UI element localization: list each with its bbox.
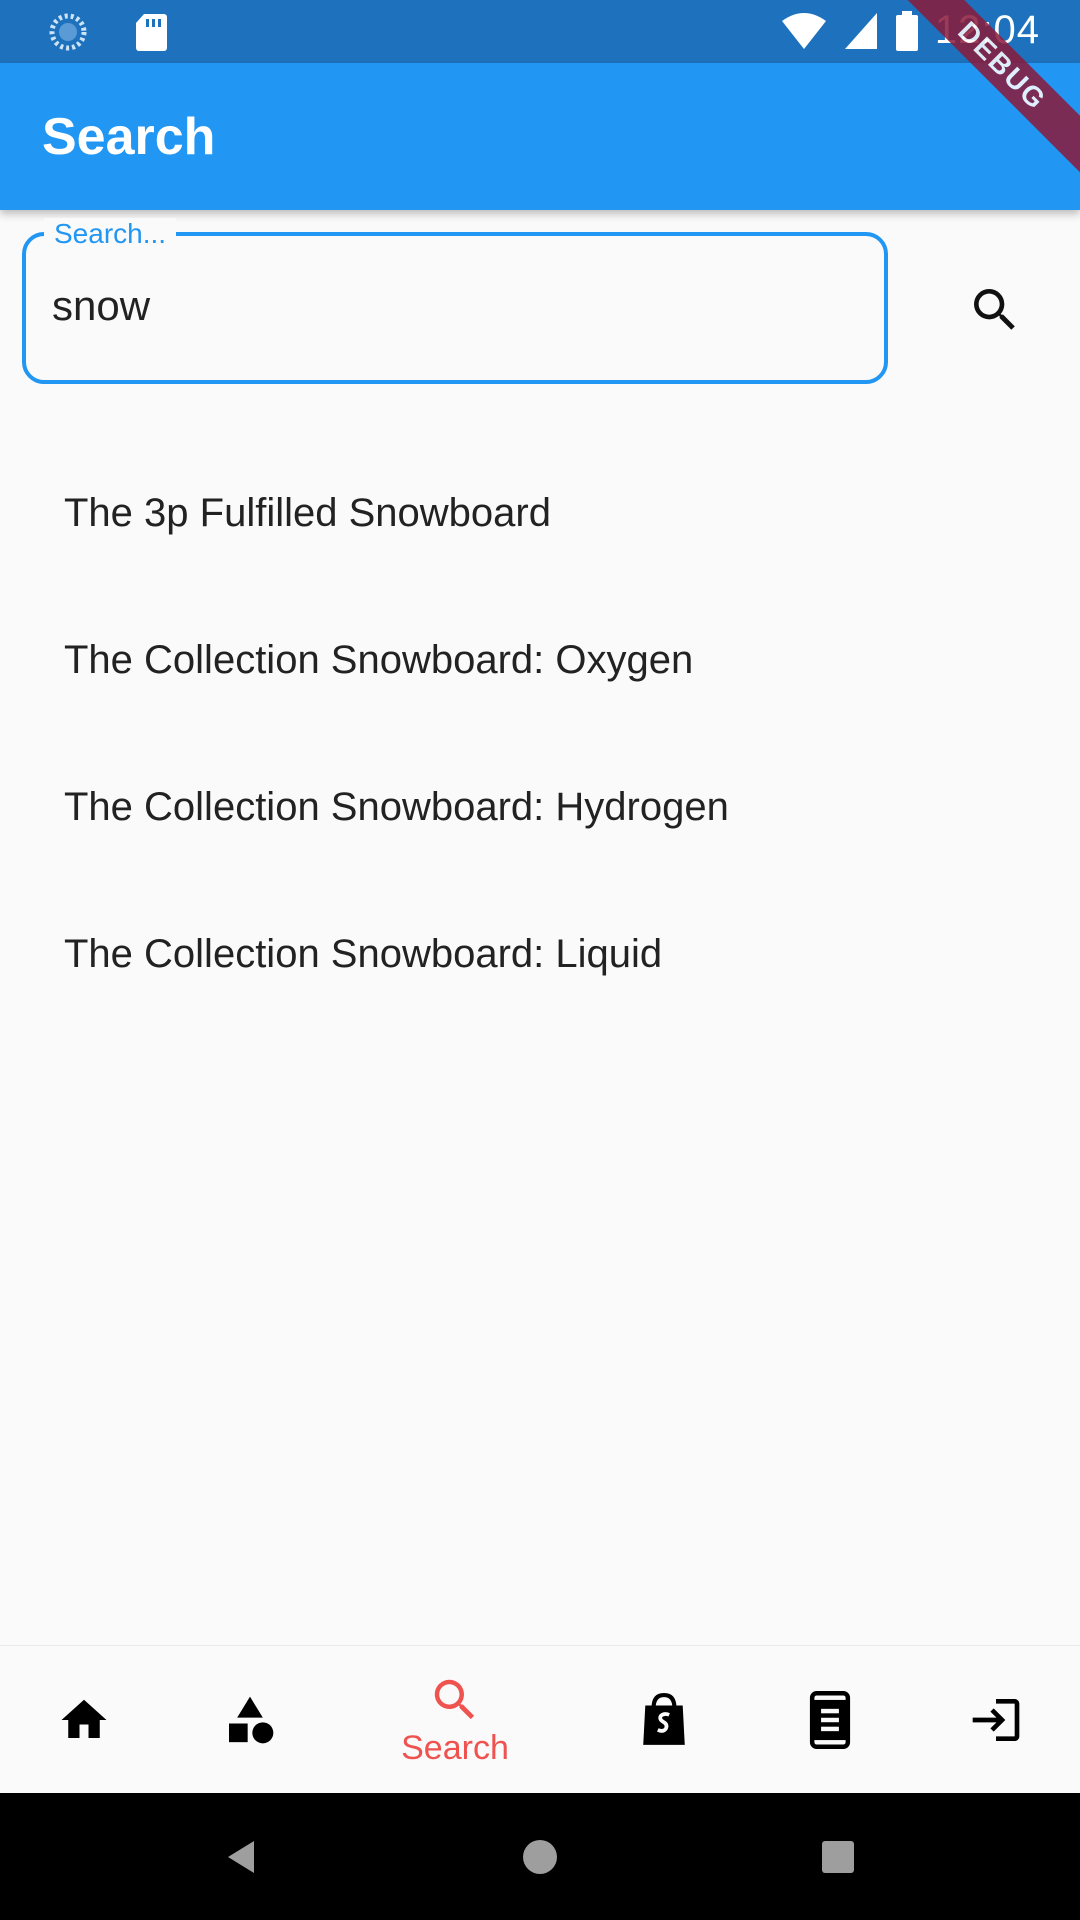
back-icon [228, 1840, 254, 1873]
search-button[interactable] [955, 270, 1035, 350]
search-icon [434, 1679, 475, 1719]
search-input-value[interactable]: snow [52, 282, 150, 330]
nav-item-home[interactable] [44, 1646, 124, 1794]
recents-icon [822, 1840, 854, 1873]
system-home-button[interactable] [500, 1793, 580, 1920]
list-item[interactable]: The Collection Snowboard: Oxygen [0, 587, 1080, 734]
list-item[interactable]: The Collection Snowboard: Liquid [0, 881, 1080, 1028]
loading-icon [49, 13, 87, 51]
app-bar: Search [0, 63, 1080, 210]
battery-icon [895, 10, 918, 51]
home-icon [61, 1699, 107, 1738]
system-back-button[interactable] [202, 1793, 282, 1920]
search-input-label: Search... [44, 218, 177, 250]
search-input[interactable] [22, 232, 888, 384]
shopify-bag-icon [643, 1693, 685, 1745]
screen: 12:04 DEBUG Search Search... snow The 3p… [0, 0, 1080, 1920]
page-title: Search [42, 108, 216, 166]
login-icon [972, 1699, 1020, 1741]
nav-item-categories[interactable] [210, 1646, 290, 1794]
system-navigation-bar [0, 1793, 1080, 1920]
bottom-navigation: Search [0, 1645, 1080, 1793]
category-shapes-icon [229, 1696, 274, 1744]
nav-item-login[interactable] [956, 1646, 1036, 1794]
signal-icon [844, 12, 877, 49]
nav-item-search-label: Search [401, 1728, 509, 1767]
home-circle-icon [523, 1839, 557, 1874]
wifi-icon [781, 12, 826, 49]
list-item[interactable]: The Collection Snowboard: Hydrogen [0, 734, 1080, 881]
search-results-list: The 3p Fulfilled Snowboard The Collectio… [0, 440, 1080, 1028]
list-item[interactable]: The 3p Fulfilled Snowboard [0, 440, 1080, 587]
system-recents-button[interactable] [798, 1793, 878, 1920]
search-icon [974, 289, 1015, 330]
status-left-icons [48, 12, 168, 52]
nav-item-shop[interactable] [624, 1646, 704, 1794]
nav-item-device[interactable] [790, 1646, 870, 1794]
nav-item-search[interactable]: Search [390, 1646, 520, 1794]
phone-list-icon [809, 1691, 851, 1749]
sd-card-icon [136, 14, 167, 51]
